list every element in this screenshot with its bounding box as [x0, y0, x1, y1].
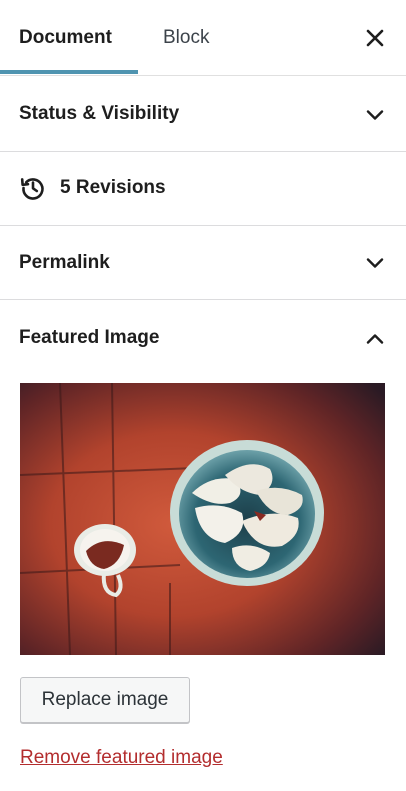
panel-featured-image: Featured Image Replace image Remove feat… — [0, 300, 406, 791]
tab-block[interactable]: Block — [163, 0, 209, 76]
panel-permalink[interactable]: Permalink — [0, 226, 406, 300]
active-tab-indicator — [0, 70, 138, 74]
panel-title-featured-image[interactable]: Featured Image — [19, 327, 159, 349]
replace-image-button[interactable]: Replace image — [20, 677, 190, 723]
sidebar-tabs: Document Block — [0, 0, 406, 76]
chevron-down-icon — [366, 110, 384, 120]
chevron-up-icon[interactable] — [364, 328, 386, 350]
panel-title-status-visibility: Status & Visibility — [19, 103, 180, 124]
remove-featured-image-link[interactable]: Remove featured image — [20, 747, 223, 769]
panel-title-permalink: Permalink — [19, 252, 110, 273]
history-icon — [20, 178, 44, 200]
chevron-down-icon — [366, 258, 384, 268]
panel-status-visibility[interactable]: Status & Visibility — [0, 76, 406, 152]
revisions-link[interactable]: 5 Revisions — [19, 174, 166, 202]
close-sidebar-button[interactable] — [364, 27, 386, 49]
panel-revisions: 5 Revisions — [0, 152, 406, 226]
revisions-label: 5 Revisions — [60, 177, 166, 198]
tab-document[interactable]: Document — [19, 0, 112, 76]
close-icon — [366, 29, 384, 47]
featured-image-preview[interactable] — [20, 383, 385, 655]
